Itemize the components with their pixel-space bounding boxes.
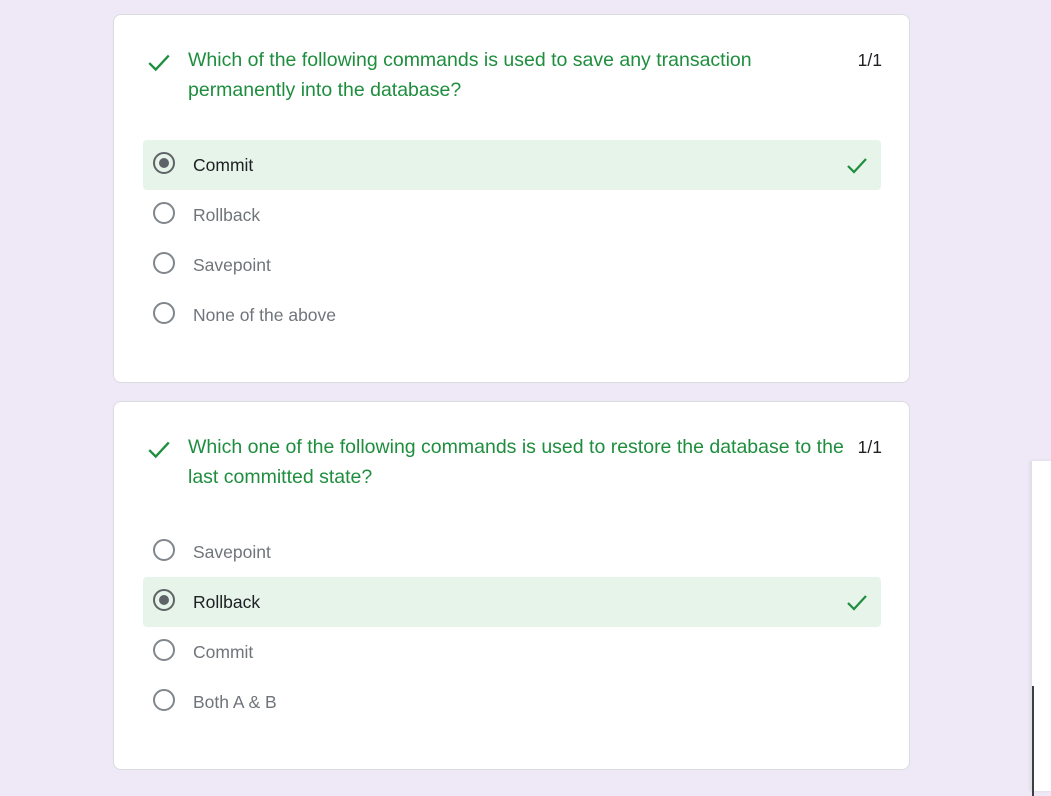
option-label: Savepoint — [193, 542, 271, 562]
option-commit[interactable]: Commit — [143, 627, 881, 677]
option-label: None of the above — [193, 305, 337, 325]
correct-answer-checkmark-icon — [847, 595, 867, 611]
option-none-of-the-above[interactable]: None of the above — [143, 290, 881, 340]
option-savepoint[interactable]: Savepoint — [143, 240, 881, 290]
question-header: Which one of the following commands is u… — [146, 432, 882, 496]
option-label: Both A & B — [193, 692, 277, 712]
question-title: Which of the following commands is used … — [188, 49, 752, 101]
option-label: Commit — [193, 155, 254, 175]
question-card-1: Which of the following commands is used … — [113, 14, 910, 383]
radio-button[interactable] — [153, 639, 175, 661]
correct-checkmark-icon — [148, 54, 170, 72]
side-panel-scrollbar[interactable] — [1032, 686, 1034, 796]
question-card-2: Which one of the following commands is u… — [113, 401, 910, 770]
option-commit[interactable]: Commit — [143, 140, 881, 190]
answer-options: Savepoint Rollback Commit Both A & B — [143, 527, 881, 727]
option-savepoint[interactable]: Savepoint — [143, 527, 881, 577]
question-score: 1/1 — [857, 437, 882, 457]
option-label: Savepoint — [193, 255, 271, 275]
option-label: Commit — [193, 642, 254, 662]
option-label: Rollback — [193, 205, 261, 225]
option-both-a-b[interactable]: Both A & B — [143, 677, 881, 727]
side-panel — [1031, 461, 1051, 796]
correct-answer-checkmark-icon — [847, 158, 867, 174]
radio-button-selected[interactable] — [153, 589, 175, 611]
radio-button[interactable] — [153, 202, 175, 224]
radio-button[interactable] — [153, 252, 175, 274]
radio-button[interactable] — [153, 302, 175, 324]
radio-button[interactable] — [153, 539, 175, 561]
correct-checkmark-icon — [148, 441, 170, 459]
option-rollback[interactable]: Rollback — [143, 190, 881, 240]
question-score: 1/1 — [857, 50, 882, 70]
option-rollback[interactable]: Rollback — [143, 577, 881, 627]
radio-button-selected[interactable] — [153, 152, 175, 174]
option-label: Rollback — [193, 592, 261, 612]
question-header: Which of the following commands is used … — [146, 45, 882, 109]
radio-button[interactable] — [153, 689, 175, 711]
answer-options: Commit Rollback Savepoint None of the ab… — [143, 140, 881, 340]
question-title: Which one of the following commands is u… — [188, 436, 844, 488]
